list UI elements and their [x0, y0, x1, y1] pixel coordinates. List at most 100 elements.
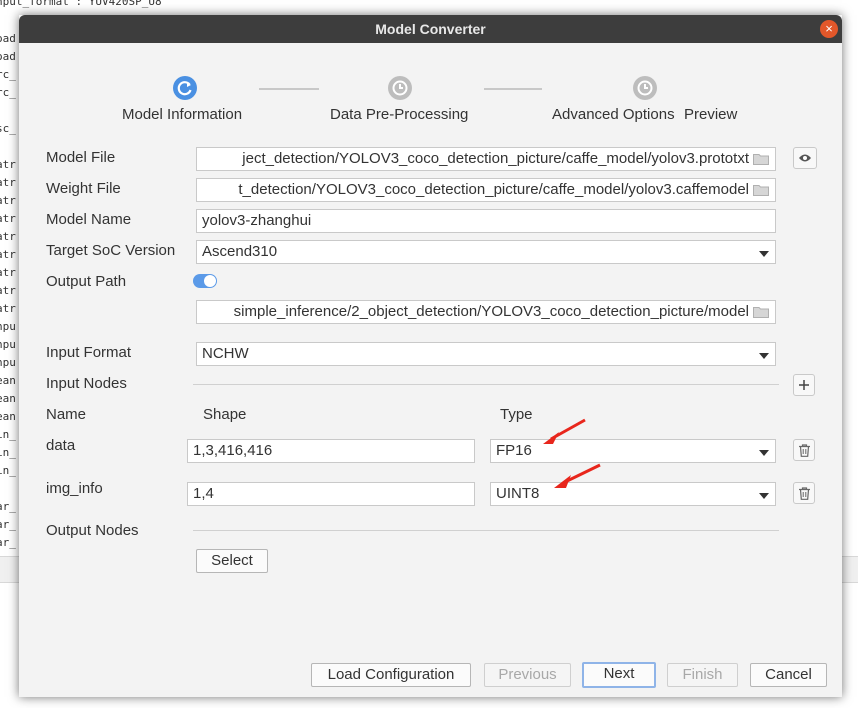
weight-file-label: Weight File [46, 180, 121, 197]
output-nodes-divider [193, 530, 779, 531]
input-node-type-value: UINT8 [496, 485, 540, 502]
folder-icon[interactable] [753, 184, 769, 196]
input-node-type-select[interactable]: UINT8 [490, 482, 776, 506]
terminal-line: in_ [0, 464, 16, 477]
terminal-line: npu [0, 320, 16, 333]
terminal-line: rc_ [0, 68, 16, 81]
dialog-title: Model Converter [375, 21, 486, 37]
model-name-input[interactable]: yolov3-zhanghui [196, 209, 776, 233]
output-nodes-label: Output Nodes [46, 522, 139, 539]
folder-icon[interactable] [753, 153, 769, 165]
finish-button[interactable]: Finish [667, 663, 738, 687]
model-name-label: Model Name [46, 211, 132, 228]
step-label-model-information: Model Information [122, 106, 243, 123]
terminal-line: ar_ [0, 500, 16, 513]
annotation-arrow-icon [554, 463, 601, 488]
input-node-name: data [46, 437, 76, 454]
preview-model-button[interactable] [793, 147, 817, 169]
model-name-value: yolov3-zhanghui [202, 212, 312, 229]
step-model-information-icon [173, 76, 197, 100]
terminal-line: ean [0, 392, 16, 405]
input-format-label: Input Format [46, 344, 132, 361]
load-configuration-button[interactable]: Load Configuration [311, 663, 471, 687]
input-node-shape-input[interactable]: 1,3,416,416 [187, 439, 475, 463]
terminal-line: oad [0, 50, 16, 63]
step-label-advanced-options: Advanced Options [552, 106, 675, 123]
terminal-line: npu [0, 356, 16, 369]
close-button[interactable]: × [820, 20, 838, 38]
select-output-nodes-button[interactable]: Select [196, 549, 268, 573]
column-header-name: Name [46, 406, 87, 423]
terminal-line: atr [0, 212, 16, 225]
plus-icon [799, 380, 809, 390]
input-node-type-value: FP16 [496, 442, 532, 459]
delete-input-node-button[interactable] [793, 482, 815, 504]
title-bar[interactable]: Model Converter × [19, 15, 842, 43]
terminal-line: ar_ [0, 536, 16, 549]
column-header-shape: Shape [203, 406, 247, 423]
chevron-down-icon [759, 251, 769, 257]
terminal-line: in_ [0, 446, 16, 459]
chevron-down-icon [759, 353, 769, 359]
input-nodes-label: Input Nodes [46, 375, 127, 392]
terminal-line: atr [0, 230, 16, 243]
terminal-line: ean [0, 374, 16, 387]
terminal-line: ean [0, 410, 16, 423]
output-path-label: Output Path [46, 273, 127, 290]
input-node-shape-value: 1,3,416,416 [193, 442, 273, 459]
terminal-first-line: nput_format : YUV420SP_U8 [0, 0, 162, 8]
terminal-line: ar_ [0, 518, 16, 531]
step-data-preprocessing-icon [388, 76, 412, 100]
input-node-shape-input[interactable]: 1,4 [187, 482, 475, 506]
step-connector-2 [484, 88, 542, 90]
annotation-arrow-icon [543, 418, 586, 444]
previous-button[interactable]: Previous [484, 663, 571, 687]
input-node-shape-value: 1,4 [193, 485, 214, 502]
target-soc-select[interactable]: Ascend310 [196, 240, 776, 264]
input-node-type-select[interactable]: FP16 [490, 439, 776, 463]
add-input-node-button[interactable] [793, 374, 815, 396]
terminal-line: atr [0, 284, 16, 297]
terminal-line: atr [0, 158, 16, 171]
trash-icon [799, 487, 810, 500]
column-header-type: Type [500, 406, 533, 423]
chevron-down-icon [759, 493, 769, 499]
step-advanced-options-icon [633, 76, 657, 100]
chevron-down-icon [759, 450, 769, 456]
terminal-line: oad [0, 32, 16, 45]
terminal-line: atr [0, 176, 16, 189]
output-path-toggle[interactable] [193, 274, 217, 288]
terminal-line: in_ [0, 428, 16, 441]
target-soc-label: Target SoC Version [46, 242, 176, 259]
weight-file-field[interactable]: t_detection/YOLOV3_coco_detection_pictur… [196, 178, 776, 202]
input-nodes-divider [193, 384, 779, 385]
input-format-value: NCHW [202, 345, 249, 362]
weight-file-value: t_detection/YOLOV3_coco_detection_pictur… [238, 181, 749, 198]
step-label-preview: Preview [684, 106, 738, 123]
output-path-field[interactable]: simple_inference/2_object_detection/YOLO… [196, 300, 776, 324]
toggle-knob [204, 275, 216, 287]
terminal-line: atr [0, 248, 16, 261]
terminal-line: sc_ [0, 122, 16, 135]
model-file-label: Model File [46, 149, 116, 166]
model-file-value: ject_detection/YOLOV3_coco_detection_pic… [242, 150, 749, 167]
step-label-data-preprocessing: Data Pre-Processing [330, 106, 469, 123]
model-file-field[interactable]: ject_detection/YOLOV3_coco_detection_pic… [196, 147, 776, 171]
target-soc-value: Ascend310 [202, 243, 278, 260]
next-button[interactable]: Next [582, 662, 656, 688]
terminal-line: atr [0, 266, 16, 279]
terminal-line: atr [0, 302, 16, 315]
eye-icon [799, 154, 811, 162]
close-icon: × [825, 21, 833, 36]
input-format-select[interactable]: NCHW [196, 342, 776, 366]
input-node-name: img_info [46, 480, 103, 497]
terminal-line: atr [0, 194, 16, 207]
delete-input-node-button[interactable] [793, 439, 815, 461]
output-path-value: simple_inference/2_object_detection/YOLO… [233, 303, 749, 320]
trash-icon [799, 444, 810, 457]
folder-icon[interactable] [753, 306, 769, 318]
terminal-line: npu [0, 338, 16, 351]
cancel-button[interactable]: Cancel [750, 663, 827, 687]
step-connector-1 [259, 88, 319, 90]
terminal-line: rc_ [0, 86, 16, 99]
